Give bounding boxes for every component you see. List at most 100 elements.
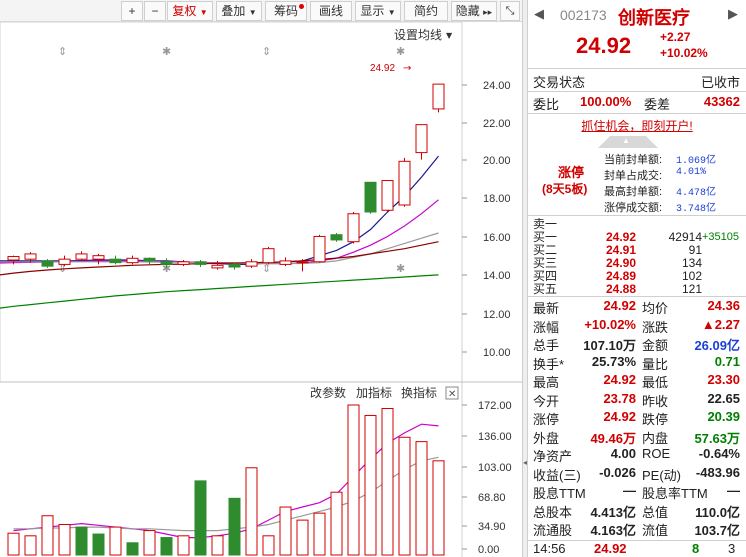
volume-bar[interactable] — [58, 523, 71, 556]
info-marker-icon[interactable]: ⇕ — [262, 45, 271, 58]
candle-body — [211, 264, 224, 269]
candlestick[interactable] — [432, 83, 445, 113]
fuquan-button[interactable]: 复权 ▼ — [167, 1, 213, 21]
candle-body — [58, 258, 71, 265]
volume-bar[interactable] — [7, 532, 20, 556]
candle-body — [313, 235, 326, 263]
order-book-row[interactable]: 卖一 — [528, 218, 746, 231]
volume-bar[interactable] — [330, 491, 343, 556]
candlestick[interactable] — [381, 180, 394, 212]
promo-link[interactable]: 抓住机会，即刻开户! — [581, 119, 692, 133]
candlestick[interactable] — [347, 211, 360, 244]
candlestick[interactable] — [313, 234, 326, 263]
diejia-button[interactable]: 叠加 ▼ — [216, 1, 262, 21]
order-book-row[interactable]: 买一 24.92 42914 +35105 — [528, 231, 746, 244]
stat-value: 22.65 — [707, 390, 740, 406]
volume-bar[interactable] — [126, 542, 139, 556]
volume-bar[interactable] — [279, 506, 292, 556]
info-marker-icon[interactable]: ✱ — [396, 45, 405, 58]
candlestick[interactable] — [245, 259, 258, 268]
volume-bar[interactable] — [347, 404, 360, 556]
candlestick[interactable] — [262, 246, 275, 265]
volume-bar[interactable] — [75, 526, 88, 556]
volume-bar[interactable] — [228, 497, 241, 556]
candlestick[interactable] — [194, 260, 207, 268]
volume-bar[interactable] — [24, 535, 37, 556]
stock-code: 002173 — [560, 7, 607, 23]
volume-bar[interactable] — [194, 480, 207, 556]
candlesticks — [7, 83, 445, 272]
info-marker-icon[interactable]: ⇕ — [58, 45, 67, 58]
collapse-icon[interactable]: ⤡ — [500, 1, 520, 21]
chouma-button[interactable]: 筹码 — [265, 1, 307, 21]
order-book-row[interactable]: 买二 24.91 91 — [528, 244, 746, 257]
candlestick[interactable] — [415, 124, 428, 160]
limit-up-streak: (8天5板) — [542, 182, 588, 196]
jianyue-button[interactable]: 简约 — [404, 1, 448, 21]
candlestick[interactable] — [143, 257, 156, 265]
candlestick[interactable] — [75, 251, 88, 261]
prev-stock-icon[interactable]: ◀ — [534, 6, 544, 22]
volume-tick: 103.00 — [478, 462, 512, 474]
volume-bar[interactable] — [143, 530, 156, 556]
price-tick: 16.00 — [483, 232, 511, 244]
volume-bar[interactable] — [245, 467, 258, 556]
candlestick[interactable] — [126, 255, 139, 265]
volume-bar[interactable] — [262, 535, 275, 556]
price-change-pct: +10.02% — [660, 46, 708, 60]
promo-banner[interactable]: 抓住机会，即刻开户! — [528, 117, 746, 135]
stat-value: 24.92 — [603, 298, 636, 313]
next-stock-icon[interactable]: ▶ — [728, 6, 738, 22]
add-indicator-button[interactable]: 加指标 — [356, 385, 392, 400]
candlestick[interactable] — [58, 255, 71, 267]
order-book-row[interactable]: 买四 24.89 102 — [528, 270, 746, 283]
change-params-button[interactable]: 改参数 — [310, 385, 346, 400]
volume-bar[interactable] — [177, 535, 190, 556]
yincang-button[interactable]: 隐藏 ▸▸ — [451, 1, 497, 21]
collapse-tab[interactable]: ▲ — [598, 136, 658, 148]
volume-bar[interactable] — [432, 460, 445, 556]
candlestick[interactable] — [41, 259, 54, 268]
volume-bar[interactable] — [296, 519, 309, 556]
volume-bar[interactable] — [398, 436, 411, 556]
price-tick: 12.00 — [483, 309, 511, 321]
volume-bar[interactable] — [211, 535, 224, 556]
ma-settings-label[interactable]: 设置均线 — [394, 28, 442, 42]
candlestick[interactable] — [364, 181, 377, 214]
candle-body — [330, 234, 343, 241]
candlestick[interactable] — [330, 232, 343, 242]
kline-chart-area[interactable]: ⇕ ✱ ⇕ ✱ ⇕ ✱ ⇕ ✱ 设置均线 ▼ 24.92 → 24.00 22.… — [0, 21, 522, 557]
volume-bar[interactable] — [381, 407, 394, 556]
kline-chart[interactable]: ⇕ ✱ ⇕ ✱ ⇕ ✱ ⇕ ✱ 设置均线 ▼ 24.92 → 24.00 22.… — [0, 21, 522, 557]
order-book-row[interactable]: 买五 24.88 121 — [528, 283, 746, 296]
tick-time: 14:56 — [533, 541, 566, 556]
zoom-in-button[interactable]: + — [121, 1, 143, 21]
xianshi-button[interactable]: 显示 ▼ — [355, 1, 401, 21]
tick-count: 3 — [728, 541, 736, 556]
volume-bar[interactable] — [313, 512, 326, 556]
chouma-label: 筹码 — [273, 4, 298, 18]
volume-bar[interactable] — [415, 441, 428, 556]
volume-bar[interactable] — [109, 526, 122, 556]
volume-bar[interactable] — [92, 533, 105, 556]
stat-label: 量比 — [642, 356, 669, 372]
info-marker-icon[interactable]: ✱ — [396, 262, 405, 275]
zoom-out-button[interactable]: − — [144, 1, 166, 21]
volume-bar[interactable] — [41, 515, 54, 556]
candlestick[interactable] — [109, 255, 122, 265]
stat-label: 总值 — [642, 504, 669, 520]
stats-row: 涨幅 +10.02% 涨跌 ▲2.27 — [528, 317, 746, 335]
candlestick[interactable] — [177, 260, 190, 267]
volume-bar[interactable] — [364, 414, 377, 556]
switch-indicator-button[interactable]: 换指标 — [401, 385, 437, 400]
separator — [528, 215, 746, 216]
price-tick: 18.00 — [483, 193, 511, 205]
order-book-row[interactable]: 买三 24.90 134 — [528, 257, 746, 270]
candlestick[interactable] — [92, 253, 105, 265]
stats-row: 今开 23.78 昨收 22.65 — [528, 391, 746, 409]
huaxian-button[interactable]: 画线 — [310, 1, 352, 21]
volume-bar[interactable] — [160, 537, 173, 556]
candlestick[interactable] — [279, 257, 292, 267]
candlestick[interactable] — [398, 157, 411, 207]
info-marker-icon[interactable]: ✱ — [162, 45, 171, 58]
